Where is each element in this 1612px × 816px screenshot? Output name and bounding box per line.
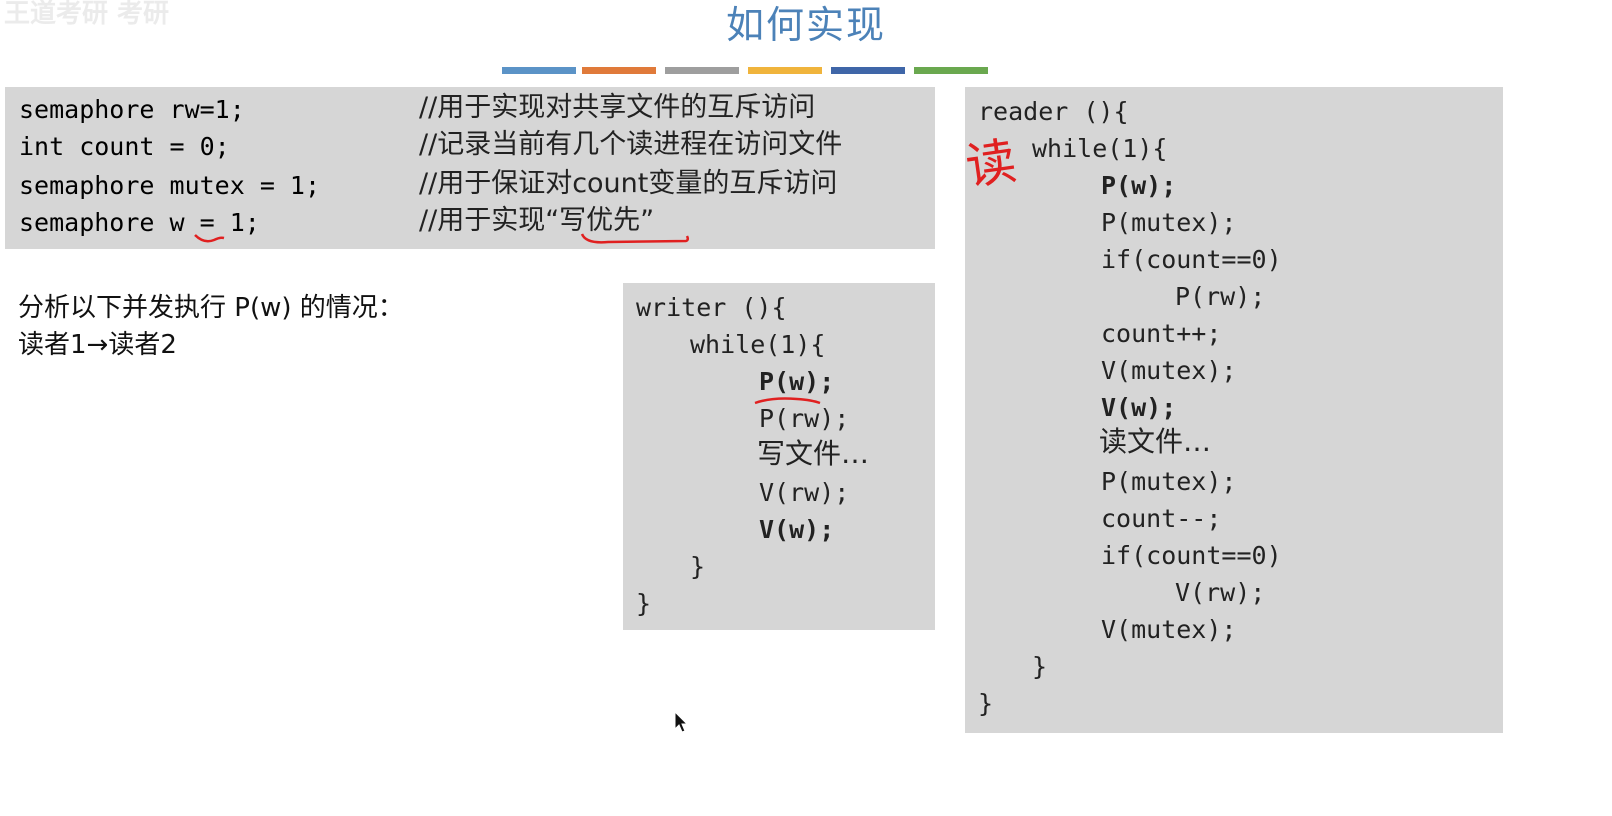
code-line: P(mutex); (1101, 467, 1237, 496)
color-bar-6 (914, 67, 988, 74)
code-line: if(count==0) (1101, 541, 1282, 570)
code-line: P(rw); (759, 404, 850, 433)
code-line: V(rw); (1175, 578, 1266, 607)
color-bar-1 (502, 67, 576, 74)
reader-code-box: reader (){ while(1){ P(w); P(mutex); if(… (965, 87, 1503, 733)
code-line: V(mutex); (1101, 356, 1237, 385)
declaration-code: int count = 0; (19, 132, 230, 161)
color-bar-5 (831, 67, 905, 74)
writer-code-box: writer (){ while(1){ P(w); P(rw); 写文件… V… (623, 283, 935, 630)
declaration-comment: //用于实现对共享文件的互斥访问 (419, 92, 816, 123)
analysis-text: 分析以下并发执行 P(w) 的情况： 读者1→读者2 (18, 290, 404, 364)
code-line: V(w); (759, 515, 835, 544)
declarations-box: semaphore rw=1; //用于实现对共享文件的互斥访问 int cou… (5, 87, 935, 249)
code-line: writer (){ (636, 293, 787, 322)
underline-annotation-writer-pw (754, 397, 821, 405)
mouse-cursor-icon (674, 711, 689, 733)
code-line: count++; (1101, 319, 1222, 348)
code-line: while(1){ (1032, 134, 1168, 163)
code-line: V(mutex); (1101, 615, 1237, 644)
code-line: P(w); (1101, 171, 1177, 200)
code-line: 写文件… (757, 437, 870, 470)
code-line: reader (){ (978, 97, 1129, 126)
code-line: while(1){ (690, 330, 826, 359)
code-line: P(mutex); (1101, 208, 1237, 237)
color-bar-4 (748, 67, 822, 74)
analysis-sequence: 读者1→读者2 (18, 330, 177, 360)
code-line: 读文件… (1099, 425, 1212, 458)
analysis-question: 分析以下并发执行 P(w) 的情况： (18, 293, 404, 323)
code-line: if(count==0) (1101, 245, 1282, 274)
declaration-code: semaphore rw=1; (19, 95, 245, 124)
declaration-code: semaphore mutex = 1; (19, 171, 321, 200)
code-line: } (978, 689, 994, 718)
code-line: } (690, 552, 706, 581)
code-line: P(w); (759, 367, 835, 396)
declaration-comment: //用于保证对count变量的互斥访问 (419, 168, 838, 199)
underline-annotation-w (194, 234, 225, 243)
code-line: V(w); (1101, 393, 1177, 422)
color-bar-2 (582, 67, 656, 74)
handwritten-read-mark: 读 (962, 131, 1020, 197)
color-bar-3 (665, 67, 739, 74)
code-line: } (636, 589, 652, 618)
code-line: P(rw); (1175, 282, 1266, 311)
code-line: count--; (1101, 504, 1222, 533)
slide-title: 如何实现 (725, 3, 886, 47)
code-line: V(rw); (759, 478, 850, 507)
code-line: } (1032, 652, 1048, 681)
underline-annotation-write-priority (580, 233, 690, 244)
declaration-comment: //记录当前有几个读进程在访问文件 (419, 129, 843, 160)
